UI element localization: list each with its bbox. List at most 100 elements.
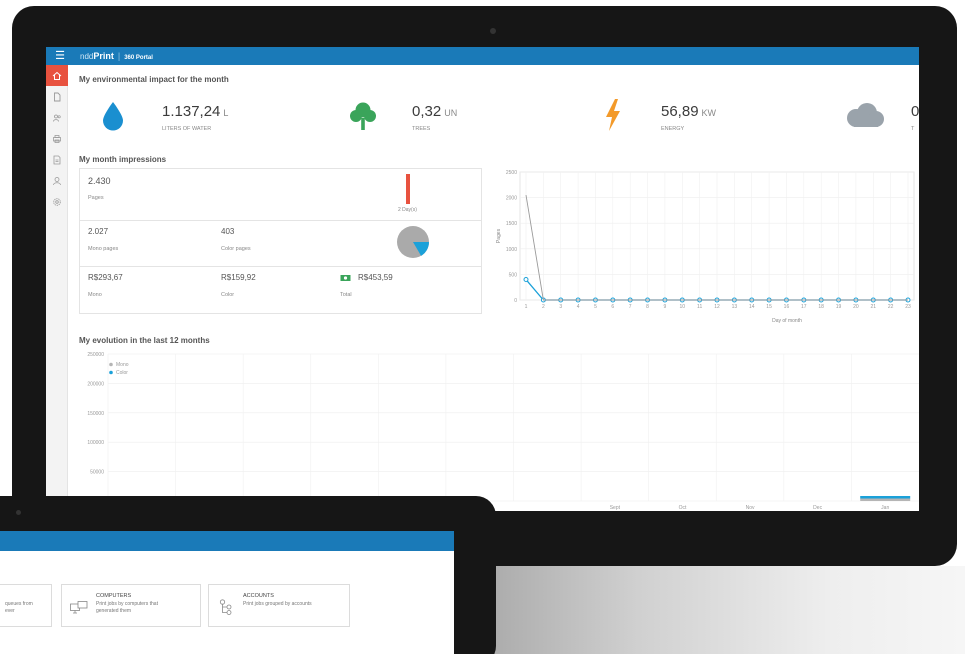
sidebar-item-profile[interactable] bbox=[46, 170, 68, 191]
evolution-x-tick-label: Oct bbox=[679, 505, 687, 511]
sidebar-item-users[interactable] bbox=[46, 107, 68, 128]
queues-card-desc-2: ever bbox=[5, 608, 15, 614]
daily-y-tick-label: 500 bbox=[509, 272, 518, 278]
users-icon bbox=[53, 114, 61, 122]
trees-value: 0,32 bbox=[412, 103, 442, 120]
evolution-legend-marker bbox=[109, 370, 113, 375]
brand-prefix-thin: ndd bbox=[80, 52, 94, 61]
evolution-chart: 250000200000150000100000500000SeptOctNov… bbox=[87, 352, 919, 511]
trees-metric: 0,32 UN bbox=[412, 103, 457, 120]
tablet-camera bbox=[16, 510, 21, 515]
brand-separator: | bbox=[117, 51, 121, 61]
water-metric: 1.137,24 L bbox=[162, 103, 228, 120]
daily-y-tick-label: 0 bbox=[514, 298, 517, 304]
lightning-icon bbox=[606, 99, 620, 131]
daily-x-tick-label: 6 bbox=[611, 304, 614, 310]
color-pages-label: Color pages bbox=[221, 246, 251, 252]
accounts-card-desc-1: Print jobs grouped by accounts bbox=[243, 601, 312, 607]
impressions-divider-2 bbox=[80, 266, 481, 267]
home-icon bbox=[52, 71, 62, 80]
daily-x-tick-label: 2 bbox=[542, 304, 545, 310]
cloud-icon bbox=[847, 103, 884, 127]
evolution-x-tick-label: Nov bbox=[746, 505, 755, 511]
daily-x-tick-label: 15 bbox=[766, 304, 772, 310]
co2-metric: 0 bbox=[911, 103, 919, 120]
daily-y-tick-label: 2500 bbox=[506, 170, 517, 176]
evolution-legend-label: Color bbox=[116, 370, 128, 376]
trees-label: TREES bbox=[412, 126, 431, 132]
energy-label: ENERGY bbox=[661, 126, 685, 132]
evolution-y-tick-label: 200000 bbox=[87, 381, 104, 387]
daily-x-tick-label: 10 bbox=[679, 304, 685, 310]
daily-y-tick-label: 2000 bbox=[506, 196, 517, 202]
environment-section-title: My environmental impact for the month bbox=[79, 75, 229, 84]
tree-icon bbox=[350, 102, 376, 130]
daily-x-tick-label: 18 bbox=[818, 304, 824, 310]
evolution-x-tick-label: Jan bbox=[881, 505, 889, 511]
daily-x-tick-label: 21 bbox=[870, 304, 876, 310]
mono-pages-value: 2.027 bbox=[88, 227, 109, 236]
queues-card[interactable]: queues from ever bbox=[0, 584, 52, 627]
monitor-camera bbox=[490, 28, 496, 34]
days-indicator-bar bbox=[406, 174, 410, 204]
brand-prefix-bold: Print bbox=[93, 51, 114, 61]
daily-x-tick-label: 5 bbox=[594, 304, 597, 310]
sidebar-item-documents[interactable] bbox=[46, 86, 68, 107]
daily-x-tick-label: 16 bbox=[784, 304, 790, 310]
daily-x-tick-label: 7 bbox=[629, 304, 632, 310]
menu-icon[interactable]: ☰ bbox=[46, 47, 74, 65]
sidebar-item-home[interactable] bbox=[46, 65, 68, 86]
days-label: 2 Day(s) bbox=[398, 207, 417, 213]
tablet-top-bar bbox=[0, 531, 454, 551]
computer-icon bbox=[70, 601, 88, 614]
accounts-icon bbox=[219, 599, 232, 615]
pages-label: Pages bbox=[88, 195, 104, 201]
daily-pages-chart: 250020001500100050001 2 3 4 5 6 7 8 9 10 11 12 13 14 1… bbox=[496, 170, 915, 324]
co2-label: T bbox=[911, 126, 915, 132]
sidebar-item-reports[interactable] bbox=[46, 149, 68, 170]
color-pages-value: 403 bbox=[221, 227, 235, 236]
mono-pages-label: Mono pages bbox=[88, 246, 119, 252]
co2-value: 0 bbox=[911, 103, 919, 120]
water-value: 1.137,24 bbox=[162, 103, 221, 120]
daily-x-tick-label: 8 bbox=[646, 304, 649, 310]
daily-x-tick-label: 12 bbox=[714, 304, 720, 310]
sidebar-item-printers[interactable] bbox=[46, 128, 68, 149]
trees-unit: UN bbox=[444, 108, 458, 118]
daily-x-tick-label: 22 bbox=[888, 304, 894, 310]
evolution-legend-label: Mono bbox=[116, 362, 129, 368]
daily-x-tick-label: 20 bbox=[853, 304, 859, 310]
user-icon bbox=[53, 176, 61, 185]
daily-x-tick-label: 11 bbox=[697, 304, 702, 310]
energy-value: 56,89 bbox=[661, 103, 699, 120]
daily-y-axis-label: Pages bbox=[496, 228, 502, 243]
dashboard-content: My environmental impact for the month 1.… bbox=[68, 65, 919, 511]
printer-icon bbox=[53, 134, 61, 143]
water-drop-icon bbox=[103, 102, 123, 131]
sidebar bbox=[46, 65, 68, 511]
color-cost-label: Color bbox=[221, 292, 235, 298]
computers-card-desc-1: Print jobs by computers that bbox=[96, 601, 158, 607]
evolution-bar bbox=[860, 496, 911, 499]
report-icon bbox=[53, 155, 61, 164]
daily-x-tick-label: 9 bbox=[664, 304, 667, 310]
accounts-card[interactable]: ACCOUNTS Print jobs grouped by accounts bbox=[208, 584, 350, 627]
total-cost-label: Total bbox=[340, 292, 352, 298]
evolution-x-tick-label: Dec bbox=[813, 505, 822, 511]
monitor-screen: ☰ nddPrint | 360 Portal My environmental… bbox=[46, 47, 919, 511]
daily-x-tick-label: 1 bbox=[525, 304, 528, 310]
sidebar-item-settings[interactable] bbox=[46, 191, 68, 212]
daily-x-axis-label: Day of month bbox=[772, 318, 802, 324]
portal-label: 360 Portal bbox=[124, 55, 153, 61]
impressions-divider-1 bbox=[80, 220, 481, 221]
brand-logo[interactable]: nddPrint | 360 Portal bbox=[80, 49, 153, 65]
computers-card[interactable]: COMPUTERS Print jobs by computers that g… bbox=[61, 584, 201, 627]
evolution-bar bbox=[860, 498, 911, 501]
evolution-section-title: My evolution in the last 12 months bbox=[79, 336, 210, 345]
tablet-screen: queues from ever COMPUTERS Print jobs by… bbox=[0, 531, 454, 654]
color-cost-value: R$159,92 bbox=[221, 273, 256, 282]
accounts-card-title: ACCOUNTS bbox=[243, 593, 274, 599]
water-unit: L bbox=[223, 108, 229, 118]
daily-x-tick-label: 17 bbox=[801, 304, 807, 310]
daily-x-tick-label: 23 bbox=[905, 304, 911, 310]
